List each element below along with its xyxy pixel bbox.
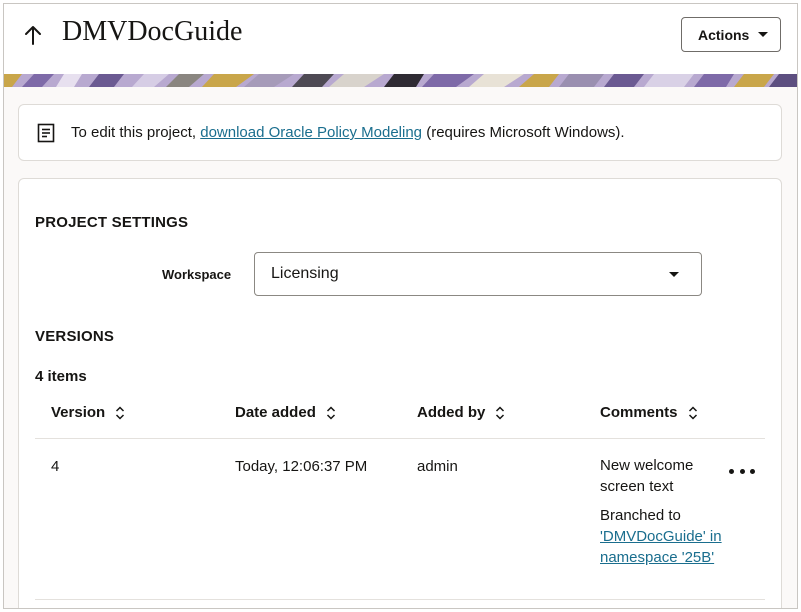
- column-header-comments[interactable]: Comments: [600, 404, 698, 421]
- info-text-prefix: To edit this project,: [71, 124, 201, 141]
- column-header-added-by[interactable]: Added by: [417, 404, 505, 421]
- project-settings-heading: PROJECT SETTINGS: [35, 214, 189, 231]
- actions-button[interactable]: Actions: [681, 17, 781, 52]
- cell-version: 4: [51, 458, 60, 475]
- sort-icon: [115, 405, 125, 420]
- column-header-version[interactable]: Version: [51, 404, 125, 421]
- comment-text: New welcome screen text: [600, 457, 694, 495]
- more-dot-icon: [739, 468, 745, 474]
- download-opm-link[interactable]: download Oracle Policy Modeling: [200, 124, 422, 141]
- more-dot-icon: [750, 468, 755, 474]
- workspace-label: Workspace: [162, 267, 232, 282]
- sort-icon: [495, 405, 505, 420]
- column-header-label: Added by: [417, 404, 486, 421]
- row-more-actions-button[interactable]: [729, 464, 755, 478]
- decorative-banner: [4, 74, 797, 87]
- branch-prefix: Branched to: [600, 507, 681, 524]
- page-title: DMVDocGuide: [62, 16, 243, 47]
- items-count: 4 items: [35, 368, 87, 385]
- document-icon: [37, 123, 55, 143]
- workspace-select[interactable]: Licensing: [254, 252, 702, 296]
- cell-added-by: admin: [417, 458, 458, 475]
- back-button[interactable]: [18, 20, 48, 50]
- more-dot-icon: [729, 468, 734, 474]
- table-header-divider: [35, 438, 765, 439]
- sort-icon: [688, 405, 698, 420]
- workspace-select-value: Licensing: [271, 265, 339, 282]
- column-header-label: Comments: [600, 404, 678, 421]
- chevron-down-icon: [758, 32, 768, 37]
- page-header: DMVDocGuide Actions: [4, 4, 797, 74]
- app-window: DMVDocGuide Actions To edit this project…: [3, 3, 798, 609]
- branch-link[interactable]: 'DMVDocGuide' in namespace '25B': [600, 528, 722, 566]
- versions-heading: VERSIONS: [35, 328, 115, 345]
- info-text: To edit this project, download Oracle Po…: [71, 124, 625, 141]
- chevron-down-icon: [669, 272, 679, 277]
- column-header-date-added[interactable]: Date added: [235, 404, 336, 421]
- project-details-card: PROJECT SETTINGS Workspace Licensing VER…: [18, 178, 782, 608]
- branch-info: Branched to 'DMVDocGuide' in namespace '…: [600, 505, 730, 568]
- column-header-label: Date added: [235, 404, 316, 421]
- cell-comments: New welcome screen text Branched to 'DMV…: [600, 455, 730, 568]
- row-divider: [35, 599, 765, 600]
- cell-date-added: Today, 12:06:37 PM: [235, 458, 368, 475]
- column-header-label: Version: [51, 404, 106, 421]
- edit-info-banner: To edit this project, download Oracle Po…: [18, 104, 782, 161]
- info-text-suffix: (requires Microsoft Windows).: [422, 124, 625, 141]
- sort-icon: [326, 405, 336, 420]
- arrow-up-icon: [25, 26, 41, 45]
- actions-button-label: Actions: [698, 26, 750, 43]
